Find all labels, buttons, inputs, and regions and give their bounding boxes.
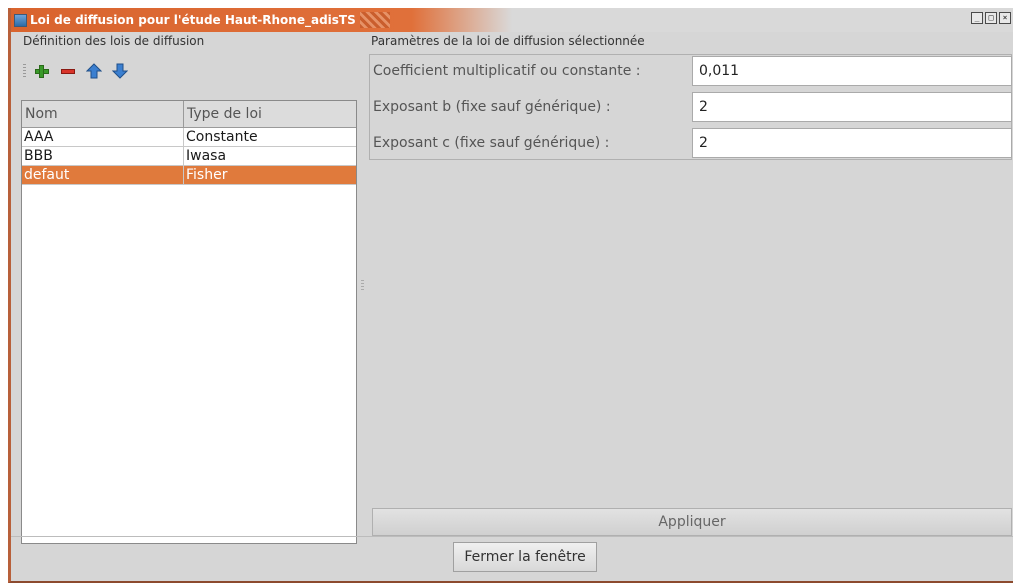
- footer-divider: [11, 536, 1013, 537]
- move-up-button[interactable]: [86, 63, 102, 79]
- close-dialog-button[interactable]: Fermer la fenêtre: [453, 542, 597, 572]
- close-window-button[interactable]: ×: [999, 12, 1011, 24]
- title-bar[interactable]: Loi de diffusion pour l'étude Haut-Rhone…: [11, 8, 1013, 32]
- table-row[interactable]: AAA Constante: [22, 128, 356, 147]
- column-header-name[interactable]: Nom: [22, 101, 184, 127]
- coefficient-input[interactable]: 0,011: [692, 56, 1012, 86]
- exponent-c-input[interactable]: 2: [692, 128, 1012, 158]
- table-header: Nom Type de loi: [22, 101, 356, 128]
- laws-definition-panel: Définition des lois de diffusion Nom Typ…: [21, 32, 357, 544]
- move-down-icon: [112, 63, 128, 79]
- cell-name[interactable]: defaut: [22, 166, 184, 184]
- laws-definition-title: Définition des lois de diffusion: [23, 34, 205, 48]
- laws-toolbar: [21, 60, 138, 82]
- move-up-icon: [86, 63, 102, 79]
- cell-name[interactable]: BBB: [22, 147, 184, 165]
- exponent-c-row: Exposant c (fixe sauf générique) : 2: [370, 127, 1012, 159]
- remove-law-button[interactable]: [60, 63, 76, 79]
- window-title: Loi de diffusion pour l'étude Haut-Rhone…: [30, 13, 356, 27]
- law-parameters-panel: Paramètres de la loi de diffusion sélect…: [369, 32, 1013, 536]
- window-controls: _ □ ×: [971, 12, 1011, 24]
- toolbar-grip[interactable]: [23, 64, 26, 78]
- cell-type[interactable]: Fisher: [184, 166, 356, 184]
- table-row[interactable]: BBB Iwasa: [22, 147, 356, 166]
- table-row-selected[interactable]: defaut Fisher: [22, 166, 356, 185]
- cell-name[interactable]: AAA: [22, 128, 184, 146]
- law-parameters-title: Paramètres de la loi de diffusion sélect…: [371, 34, 645, 48]
- app-icon: [14, 13, 27, 27]
- parameters-form: Coefficient multiplicatif ou constante :…: [369, 54, 1012, 160]
- exponent-b-label: Exposant b (fixe sauf générique) :: [373, 99, 611, 115]
- exponent-b-input[interactable]: 2: [692, 92, 1012, 122]
- dialog-window: Loi de diffusion pour l'étude Haut-Rhone…: [8, 8, 1013, 583]
- laws-table: Nom Type de loi AAA Constante BBB Iwasa …: [21, 100, 357, 544]
- cell-type[interactable]: Constante: [184, 128, 356, 146]
- column-header-type[interactable]: Type de loi: [184, 101, 356, 127]
- split-pane-divider[interactable]: [361, 280, 364, 292]
- title-decoration: [359, 12, 390, 28]
- move-down-button[interactable]: [112, 63, 128, 79]
- maximize-button[interactable]: □: [985, 12, 997, 24]
- cell-type[interactable]: Iwasa: [184, 147, 356, 165]
- exponent-c-label: Exposant c (fixe sauf générique) :: [373, 135, 610, 151]
- exponent-b-row: Exposant b (fixe sauf générique) : 2: [370, 91, 1012, 123]
- apply-button[interactable]: Appliquer: [372, 508, 1012, 536]
- minimize-button[interactable]: _: [971, 12, 983, 24]
- coefficient-label: Coefficient multiplicatif ou constante :: [373, 63, 641, 79]
- coefficient-row: Coefficient multiplicatif ou constante :…: [370, 55, 1012, 87]
- add-law-button[interactable]: [34, 63, 50, 79]
